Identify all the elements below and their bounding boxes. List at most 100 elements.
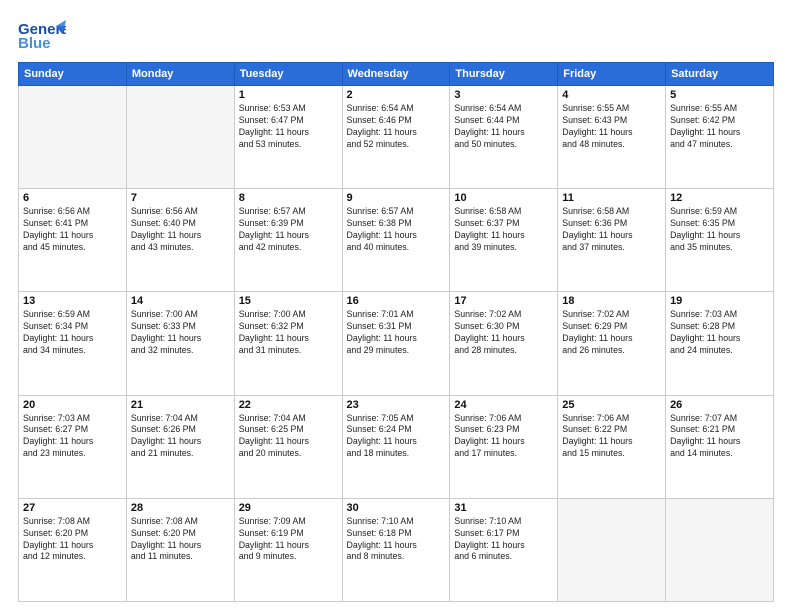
day-info: Sunrise: 6:57 AM Sunset: 6:39 PM Dayligh… [239,206,338,254]
calendar-table: SundayMondayTuesdayWednesdayThursdayFrid… [18,62,774,602]
day-number: 14 [131,295,230,307]
weekday-header-wednesday: Wednesday [342,63,450,86]
day-number: 22 [239,399,338,411]
calendar-cell: 19Sunrise: 7:03 AM Sunset: 6:28 PM Dayli… [666,292,774,395]
day-number: 13 [23,295,122,307]
calendar-cell: 9 Sunrise: 6:57 AM Sunset: 6:38 PM Daylig… [342,189,450,292]
calendar-cell: 8 Sunrise: 6:57 AM Sunset: 6:39 PM Daylig… [234,189,342,292]
weekday-header-tuesday: Tuesday [234,63,342,86]
day-number: 26 [670,399,769,411]
day-info: Sunrise: 7:00 AM Sunset: 6:32 PM Dayligh… [239,309,338,357]
day-info: Sunrise: 6:58 AM Sunset: 6:37 PM Dayligh… [454,206,553,254]
calendar-cell: 18 Sunrise: 7:02 AM Sunset: 6:29 PM Dayli… [558,292,666,395]
day-number: 28 [131,502,230,514]
day-info: Sunrise: 7:06 AM Sunset: 6:23 PM Dayligh… [454,413,553,461]
day-number: 6 [23,192,122,204]
page: General Blue SundayMondayTuesdayWednesda… [0,0,792,612]
day-info: Sunrise: 7:05 AM Sunset: 6:24 PM Dayligh… [347,413,446,461]
calendar-cell: 6 Sunrise: 6:56 AM Sunset: 6:41 PM Daylig… [19,189,127,292]
calendar-cell: 12Sunrise: 6:59 AM Sunset: 6:35 PM Dayli… [666,189,774,292]
calendar-cell: 24 Sunrise: 7:06 AM Sunset: 6:23 PM Dayli… [450,395,558,498]
day-number: 23 [347,399,446,411]
calendar-cell: 31 Sunrise: 7:10 AM Sunset: 6:17 PM Dayli… [450,498,558,601]
weekday-header-sunday: Sunday [19,63,127,86]
day-number: 5 [670,89,769,101]
calendar-cell [19,86,127,189]
day-info: Sunrise: 7:10 AM Sunset: 6:17 PM Dayligh… [454,516,553,564]
calendar-cell: 20 Sunrise: 7:03 AM Sunset: 6:27 PM Dayli… [19,395,127,498]
calendar-cell: 25 Sunrise: 7:06 AM Sunset: 6:22 PM Dayli… [558,395,666,498]
calendar-cell: 30 Sunrise: 7:10 AM Sunset: 6:18 PM Dayli… [342,498,450,601]
calendar-cell: 1Sunrise: 6:53 AM Sunset: 6:47 PM Daylig… [234,86,342,189]
calendar-cell: 5Sunrise: 6:55 AM Sunset: 6:42 PM Daylig… [666,86,774,189]
day-number: 20 [23,399,122,411]
day-info: Sunrise: 7:08 AM Sunset: 6:20 PM Dayligh… [23,516,122,564]
day-info: Sunrise: 7:08 AM Sunset: 6:20 PM Dayligh… [131,516,230,564]
day-info: Sunrise: 7:10 AM Sunset: 6:18 PM Dayligh… [347,516,446,564]
day-info: Sunrise: 7:03 AM Sunset: 6:27 PM Dayligh… [23,413,122,461]
calendar-week-2: 6 Sunrise: 6:56 AM Sunset: 6:41 PM Daylig… [19,189,774,292]
day-info: Sunrise: 7:03 AM Sunset: 6:28 PM Dayligh… [670,309,769,357]
calendar-cell: 13 Sunrise: 6:59 AM Sunset: 6:34 PM Dayli… [19,292,127,395]
day-info: Sunrise: 6:57 AM Sunset: 6:38 PM Dayligh… [347,206,446,254]
day-info: Sunrise: 7:09 AM Sunset: 6:19 PM Dayligh… [239,516,338,564]
calendar-header-row: SundayMondayTuesdayWednesdayThursdayFrid… [19,63,774,86]
day-number: 11 [562,192,661,204]
day-number: 15 [239,295,338,307]
day-number: 8 [239,192,338,204]
calendar-cell: 16Sunrise: 7:01 AM Sunset: 6:31 PM Dayli… [342,292,450,395]
calendar-cell [666,498,774,601]
day-info: Sunrise: 6:53 AM Sunset: 6:47 PM Dayligh… [239,103,338,151]
day-info: Sunrise: 6:59 AM Sunset: 6:35 PM Dayligh… [670,206,769,254]
calendar-cell: 11 Sunrise: 6:58 AM Sunset: 6:36 PM Dayli… [558,189,666,292]
calendar-cell: 2 Sunrise: 6:54 AM Sunset: 6:46 PM Daylig… [342,86,450,189]
calendar-week-4: 20 Sunrise: 7:03 AM Sunset: 6:27 PM Dayli… [19,395,774,498]
calendar-cell: 29 Sunrise: 7:09 AM Sunset: 6:19 PM Dayli… [234,498,342,601]
day-info: Sunrise: 7:02 AM Sunset: 6:29 PM Dayligh… [562,309,661,357]
day-number: 31 [454,502,553,514]
day-number: 10 [454,192,553,204]
day-number: 7 [131,192,230,204]
day-number: 25 [562,399,661,411]
calendar-cell: 26 Sunrise: 7:07 AM Sunset: 6:21 PM Dayli… [666,395,774,498]
day-info: Sunrise: 7:06 AM Sunset: 6:22 PM Dayligh… [562,413,661,461]
day-info: Sunrise: 6:55 AM Sunset: 6:43 PM Dayligh… [562,103,661,151]
calendar-cell: 3Sunrise: 6:54 AM Sunset: 6:44 PM Daylig… [450,86,558,189]
day-number: 30 [347,502,446,514]
day-info: Sunrise: 6:54 AM Sunset: 6:46 PM Dayligh… [347,103,446,151]
day-info: Sunrise: 7:01 AM Sunset: 6:31 PM Dayligh… [347,309,446,357]
day-info: Sunrise: 6:58 AM Sunset: 6:36 PM Dayligh… [562,206,661,254]
day-number: 17 [454,295,553,307]
day-number: 18 [562,295,661,307]
calendar-week-1: 1Sunrise: 6:53 AM Sunset: 6:47 PM Daylig… [19,86,774,189]
day-number: 3 [454,89,553,101]
day-number: 2 [347,89,446,101]
day-info: Sunrise: 7:04 AM Sunset: 6:25 PM Dayligh… [239,413,338,461]
day-number: 9 [347,192,446,204]
weekday-header-monday: Monday [126,63,234,86]
weekday-header-friday: Friday [558,63,666,86]
day-number: 27 [23,502,122,514]
day-info: Sunrise: 7:07 AM Sunset: 6:21 PM Dayligh… [670,413,769,461]
generalblue-logo-svg: General Blue [18,18,66,54]
calendar-cell: 21 Sunrise: 7:04 AM Sunset: 6:26 PM Dayli… [126,395,234,498]
day-number: 29 [239,502,338,514]
calendar-cell: 14Sunrise: 7:00 AM Sunset: 6:33 PM Dayli… [126,292,234,395]
weekday-header-saturday: Saturday [666,63,774,86]
calendar-week-3: 13 Sunrise: 6:59 AM Sunset: 6:34 PM Dayli… [19,292,774,395]
calendar-cell [558,498,666,601]
calendar-cell: 23 Sunrise: 7:05 AM Sunset: 6:24 PM Dayli… [342,395,450,498]
day-info: Sunrise: 7:04 AM Sunset: 6:26 PM Dayligh… [131,413,230,461]
logo-icon: General Blue [18,18,66,54]
day-info: Sunrise: 6:59 AM Sunset: 6:34 PM Dayligh… [23,309,122,357]
calendar-cell: 27 Sunrise: 7:08 AM Sunset: 6:20 PM Dayli… [19,498,127,601]
day-number: 4 [562,89,661,101]
calendar-cell: 15 Sunrise: 7:00 AM Sunset: 6:32 PM Dayli… [234,292,342,395]
weekday-header-thursday: Thursday [450,63,558,86]
day-number: 21 [131,399,230,411]
day-info: Sunrise: 6:56 AM Sunset: 6:41 PM Dayligh… [23,206,122,254]
calendar-cell: 10 Sunrise: 6:58 AM Sunset: 6:37 PM Dayli… [450,189,558,292]
calendar-cell: 4 Sunrise: 6:55 AM Sunset: 6:43 PM Daylig… [558,86,666,189]
calendar-cell: 28 Sunrise: 7:08 AM Sunset: 6:20 PM Dayli… [126,498,234,601]
day-number: 24 [454,399,553,411]
